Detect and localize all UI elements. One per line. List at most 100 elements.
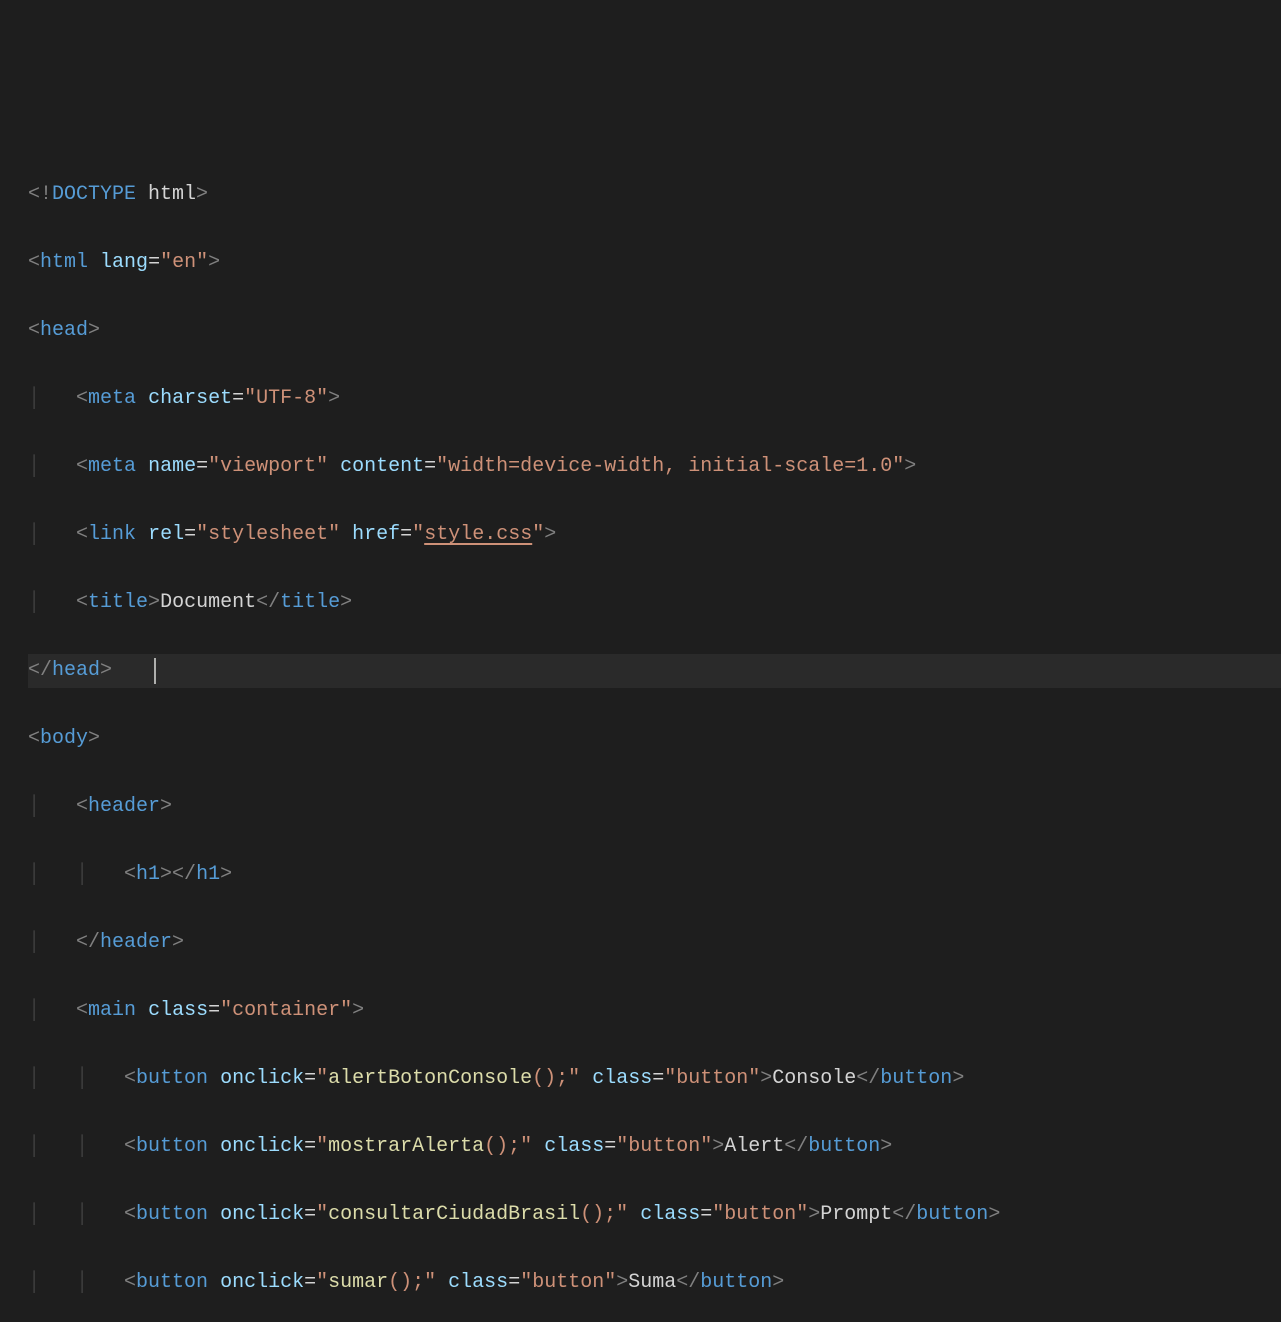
bracket: >	[340, 591, 352, 614]
bracket: >	[148, 591, 160, 614]
attribute-name: onclick	[220, 1067, 304, 1090]
string: "container"	[220, 999, 352, 1022]
bracket: <	[124, 1067, 136, 1090]
tag-name: button	[880, 1067, 952, 1090]
code-line[interactable]: <head>	[28, 314, 1281, 348]
tag-name: meta	[88, 455, 136, 478]
string: "viewport"	[208, 455, 328, 478]
tag-name: button	[136, 1203, 208, 1226]
code-line[interactable]: │ │ <button onclick="mostrarAlerta();" c…	[28, 1130, 1281, 1164]
code-line[interactable]: │ │ <button onclick="consultarCiudadBras…	[28, 1198, 1281, 1232]
code-line[interactable]: │ │ <button onclick="alertBotonConsole()…	[28, 1062, 1281, 1096]
code-editor[interactable]: <!DOCTYPE html> <html lang="en"> <head> …	[0, 144, 1281, 1322]
string: "	[316, 1203, 328, 1226]
string: "	[568, 1067, 580, 1090]
text-content: Prompt	[820, 1203, 892, 1226]
string: ();	[388, 1271, 424, 1294]
bracket: >	[160, 795, 172, 818]
code-line[interactable]: │ <main class="container">	[28, 994, 1281, 1028]
tag-name: title	[88, 591, 148, 614]
tag-name: header	[88, 795, 160, 818]
tag-name: button	[916, 1203, 988, 1226]
attribute-name: onclick	[220, 1271, 304, 1294]
bracket: >	[760, 1067, 772, 1090]
bracket: >	[952, 1067, 964, 1090]
tag-name: link	[88, 523, 136, 546]
bracket: >	[904, 455, 916, 478]
attribute-name: class	[148, 999, 208, 1022]
bracket: >	[220, 863, 232, 886]
bracket: </	[856, 1067, 880, 1090]
bracket: <	[124, 1135, 136, 1158]
bracket: >	[352, 999, 364, 1022]
code-line[interactable]: │ │ <h1></h1>	[28, 858, 1281, 892]
tag-name: meta	[88, 387, 136, 410]
code-line[interactable]: <body>	[28, 722, 1281, 756]
code-line[interactable]: <html lang="en">	[28, 246, 1281, 280]
tag-name: head	[40, 319, 88, 342]
text-cursor	[154, 658, 156, 684]
bracket: </	[256, 591, 280, 614]
code-line[interactable]: │ <meta charset="UTF-8">	[28, 382, 1281, 416]
bracket: >	[616, 1271, 628, 1294]
function-name: alertBotonConsole	[328, 1067, 532, 1090]
tag-name: button	[808, 1135, 880, 1158]
bracket: </	[76, 931, 100, 954]
text-content: Document	[160, 591, 256, 614]
bracket: <	[28, 319, 40, 342]
tag-name: h1	[196, 863, 220, 886]
string: "button"	[712, 1203, 808, 1226]
string: "	[316, 1271, 328, 1294]
string: "button"	[616, 1135, 712, 1158]
bracket: >	[772, 1271, 784, 1294]
bracket: ></	[160, 863, 196, 886]
text: html	[136, 183, 196, 206]
function-name: consultarCiudadBrasil	[328, 1203, 580, 1226]
function-name: sumar	[328, 1271, 388, 1294]
tag-name: head	[52, 659, 100, 682]
code-line[interactable]: │ │ <button onclick="sumar();" class="bu…	[28, 1266, 1281, 1300]
bracket: >	[808, 1203, 820, 1226]
attribute-name: class	[544, 1135, 604, 1158]
bracket: <	[28, 251, 40, 274]
bracket: >	[712, 1135, 724, 1158]
code-line[interactable]: <!DOCTYPE html>	[28, 178, 1281, 212]
string: "width=device-width, initial-scale=1.0"	[436, 455, 904, 478]
tag-name: button	[700, 1271, 772, 1294]
string: "	[412, 523, 424, 546]
attribute-name: content	[340, 455, 424, 478]
bracket: </	[676, 1271, 700, 1294]
bracket: <	[28, 727, 40, 750]
string: "	[616, 1203, 628, 1226]
code-line[interactable]: │ <header>	[28, 790, 1281, 824]
bracket: <	[76, 591, 88, 614]
bracket: >	[544, 523, 556, 546]
tag-name: h1	[136, 863, 160, 886]
code-line[interactable]: │ <meta name="viewport" content="width=d…	[28, 450, 1281, 484]
bracket: >	[88, 319, 100, 342]
string: ();	[532, 1067, 568, 1090]
code-line[interactable]: │ </header>	[28, 926, 1281, 960]
string: ();	[580, 1203, 616, 1226]
bracket: </	[892, 1203, 916, 1226]
tag-name: main	[88, 999, 136, 1022]
code-line[interactable]: │ <link rel="stylesheet" href="style.css…	[28, 518, 1281, 552]
bracket: >	[328, 387, 340, 410]
attribute-name: onclick	[220, 1203, 304, 1226]
attribute-name: class	[592, 1067, 652, 1090]
attribute-name: onclick	[220, 1135, 304, 1158]
link-href[interactable]: style.css	[424, 523, 532, 546]
attribute-name: href	[352, 523, 400, 546]
string: "button"	[664, 1067, 760, 1090]
bracket: >	[880, 1135, 892, 1158]
tag-name: button	[136, 1067, 208, 1090]
code-line[interactable]: │ <title>Document</title>	[28, 586, 1281, 620]
string: "	[520, 1135, 532, 1158]
string: ();	[484, 1135, 520, 1158]
attribute-name: lang	[100, 251, 148, 274]
string: "	[316, 1135, 328, 1158]
code-line-active[interactable]: </head>	[28, 654, 1281, 688]
attribute-name: class	[640, 1203, 700, 1226]
string: "en"	[160, 251, 208, 274]
bracket: >	[172, 931, 184, 954]
